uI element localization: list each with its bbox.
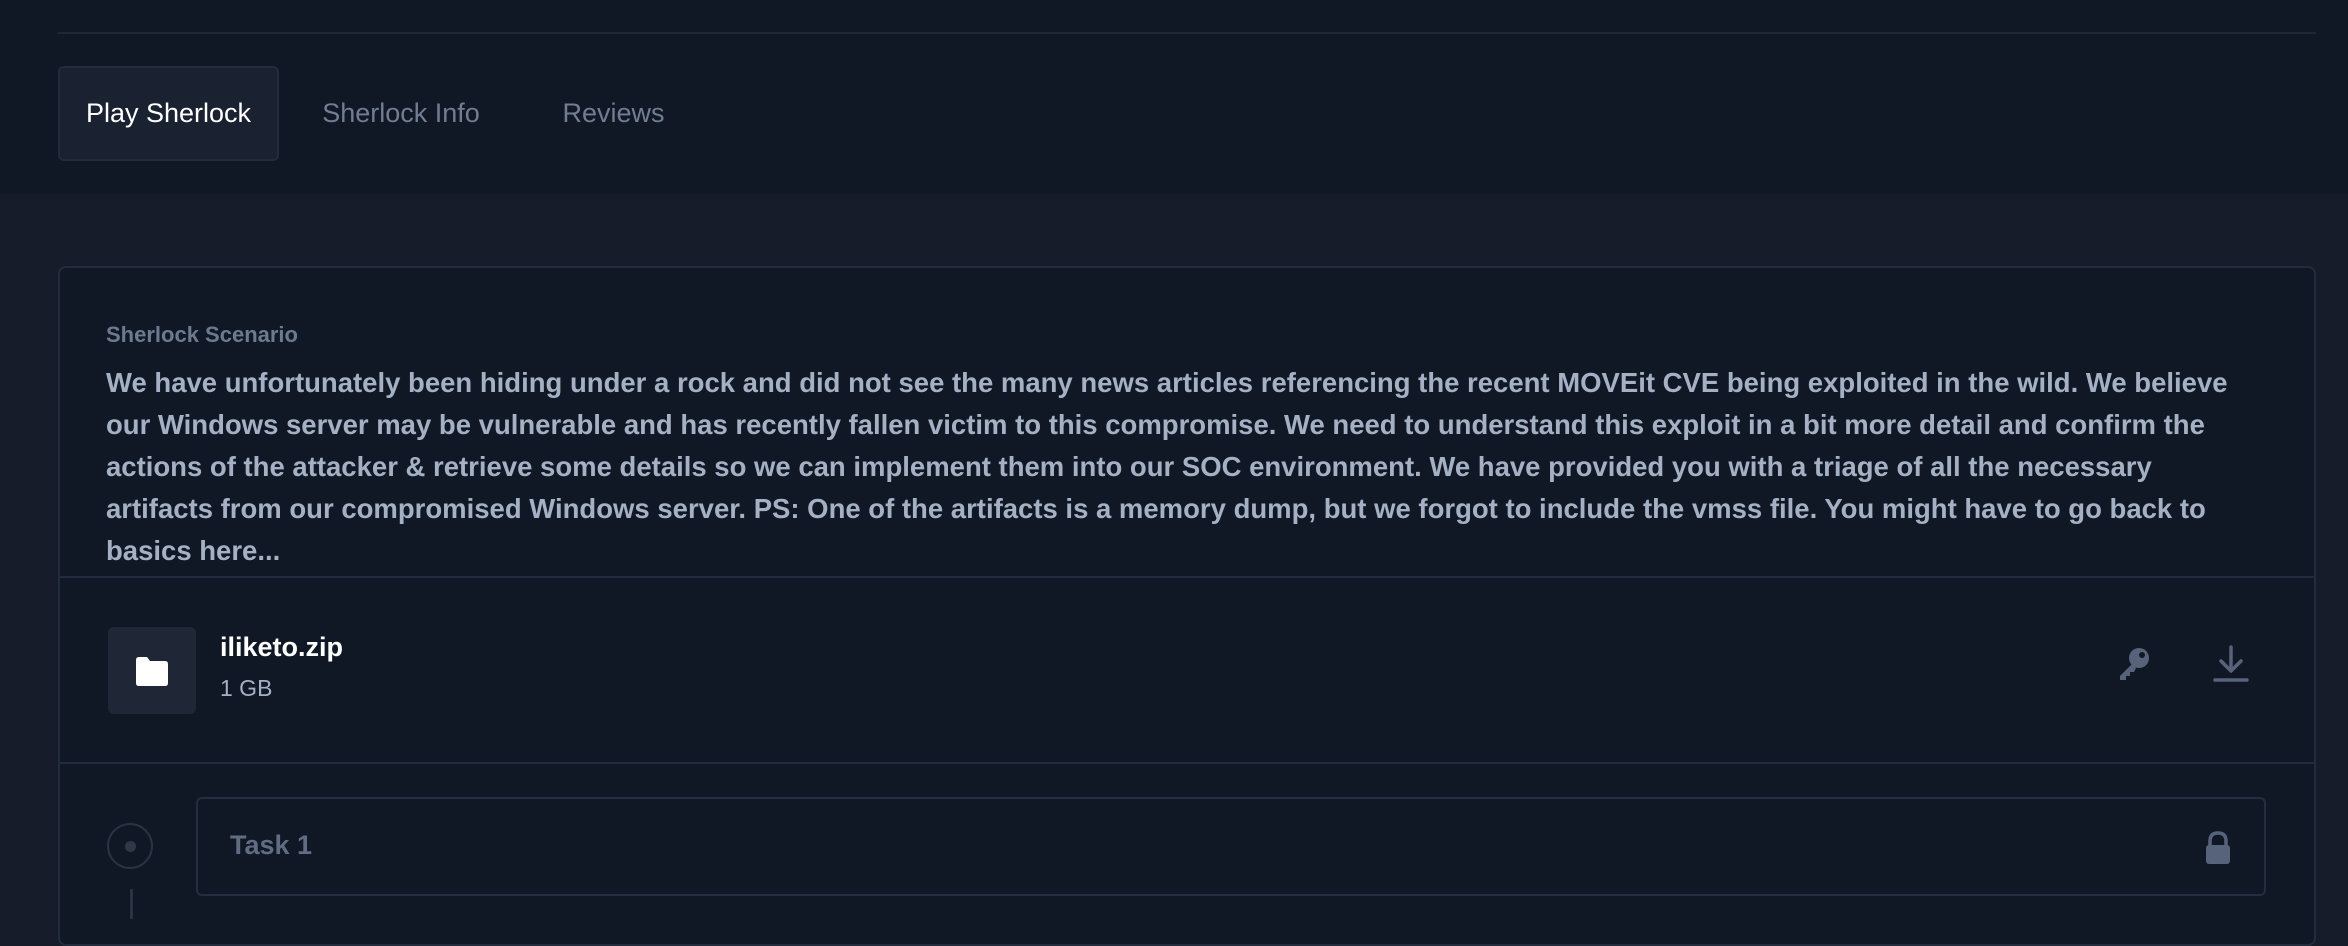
- task-label: Task 1: [230, 830, 313, 860]
- download-icon[interactable]: [2207, 640, 2255, 688]
- file-name: iliketo.zip: [220, 632, 344, 662]
- scenario-text: We have unfortunately been hiding under …: [106, 367, 2228, 566]
- header-divider: [58, 32, 2316, 34]
- task-connector-line: [130, 889, 133, 919]
- task-step-indicator: [107, 823, 153, 869]
- folder-icon: [108, 627, 196, 714]
- task-card[interactable]: [196, 797, 2266, 896]
- lock-icon: [2200, 830, 2236, 866]
- scenario-label: Sherlock Scenario: [106, 322, 298, 347]
- divider: [60, 762, 2314, 764]
- task-step-dot: [125, 841, 136, 852]
- tab-play-sherlock[interactable]: Play Sherlock: [58, 66, 279, 161]
- tab-sherlock-info[interactable]: Sherlock Info: [318, 66, 484, 161]
- file-size: 1 GB: [220, 675, 273, 701]
- key-icon[interactable]: [2110, 640, 2158, 688]
- tab-reviews[interactable]: Reviews: [561, 66, 666, 161]
- divider: [60, 576, 2314, 578]
